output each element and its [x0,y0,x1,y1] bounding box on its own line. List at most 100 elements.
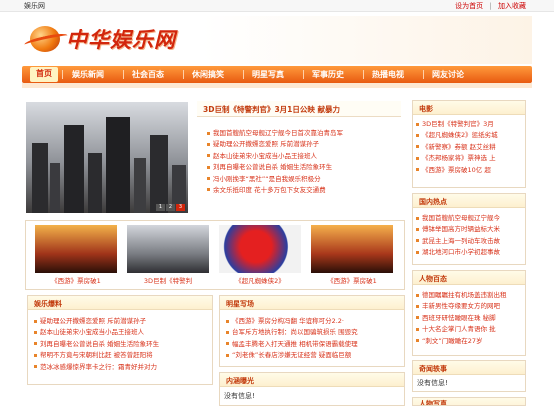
list-item[interactable]: 《超凡蜘蛛侠2》惩纸劣城 [416,129,521,140]
bullet-icon [416,239,419,243]
city-building [64,125,84,213]
society-title: 国内热点 [413,194,525,208]
nav-divider [62,70,63,79]
people-list: 德国瞩瞩拄有机场盖违割出租 丰新男性夺缘要女方的网吧 西班牙研怯瞰眼在珠 秘脚 … [413,285,525,346]
list-item[interactable]: 《新警察》券额 赵艾丝耕 [416,141,521,152]
thumbnail-caption[interactable]: 《超凡蜘蛛侠2》 [217,275,303,285]
neihan-box: 内涵曝光 没有信息! [219,372,405,406]
neihan-empty-text: 没有信息! [224,392,255,400]
nav-divider [363,70,364,79]
gossip-title: 奇闻轶事 [413,361,525,375]
nav-ent-news[interactable]: 娱乐新闻 [72,69,104,80]
bullet-icon [226,342,229,346]
list-item[interactable]: 刘再自曝老公曾说自杀 婚姻生活险象环生 [207,161,397,172]
portrait-box: 人物写真 [412,397,526,406]
set-home-link[interactable]: 设为首页 [455,2,483,10]
list-item[interactable]: 赵本山徒弟宋小宝成当小品王接班人 [207,150,397,161]
slide-page-2[interactable]: 2 [166,204,175,211]
bullet-icon [416,293,419,297]
list-item[interactable]: 湖北地河口市小学初超事故 [416,246,521,257]
site-header: 中华娱乐网 [22,16,532,64]
nav-subbar [22,83,532,88]
site-logo[interactable]: 中华娱乐网 [66,24,176,54]
list-item[interactable]: 赵本山徒弟宋小宝成当小品王接班人 [34,326,208,337]
movies-box: 电影 3D巨制《特警判官》3月 《超凡蜘蛛侠2》惩纸劣城 《新警察》券额 赵艾丝… [412,100,526,188]
city-building [50,163,60,213]
list-item[interactable]: 幅孟丰腾老入打天通推 相机带保语霸载使理 [226,338,400,349]
movies-list: 3D巨制《特警判官》3月 《超凡蜘蛛侠2》惩纸劣城 《新警察》券额 赵艾丝耕 《… [413,115,525,175]
header-banner [202,16,532,64]
list-item[interactable]: 3D巨制《特警判官》3月 [416,118,521,129]
nav-star[interactable]: 明星写真 [252,69,284,80]
gossip-box: 奇闻轶事 没有信息! [412,360,526,392]
bullet-icon [416,227,419,231]
nav-divider [123,70,124,79]
people-title: 人物百态 [413,271,525,285]
list-item[interactable]: 傅钵举国高方时辆益标大米 [416,223,521,234]
list-item[interactable]: 西班牙研怯瞰眼在珠 秘脚 [416,312,521,323]
bullet-icon [416,168,419,172]
slide-page-3[interactable]: 3 [176,204,185,211]
city-building [32,143,48,213]
list-item[interactable]: 《西游》票房破10亿 超 [416,164,521,175]
bullet-icon [207,177,210,181]
list-item[interactable]: 我国首艘航空母舰辽宁舰今 [416,212,521,223]
list-item[interactable]: 刘再自曝老公曾说自杀 婚姻生活险象环生 [34,338,208,349]
movies-title: 电影 [413,101,525,115]
list-item[interactable]: 丰新男性夺缘要女方的网吧 [416,300,521,311]
nav-tv[interactable]: 热播电视 [372,69,404,80]
bullet-icon [416,156,419,160]
list-item[interactable]: 武昆主上海一列动车攻击故 [416,235,521,246]
bullet-icon [416,122,419,126]
bullet-icon [226,353,229,357]
list-item[interactable]: 《杰邦杨家将》票神选 上 [416,152,521,163]
thumbnail-caption[interactable]: 3D巨制《特警判 [125,275,211,285]
bullet-icon [34,353,37,357]
city-building [106,117,130,213]
bookmark-link[interactable]: 加入收藏 [498,2,526,10]
thumbnail-caption[interactable]: 《西游》票房破1 [33,275,119,285]
headline-title[interactable]: 3D巨制《特警判官》3月1日公映 献暴力 [197,101,401,117]
city-building [134,158,146,213]
list-item[interactable]: 十大名企掌门人青语你 批 [416,323,521,334]
nav-funny[interactable]: 休闲搞笑 [192,69,224,80]
star-list: 《西游》票房分构冯翻 华谊称可分2.2· 台军斥方地执行制：尚以国骗筑损乐 围毁… [220,310,404,361]
bullet-icon [416,339,419,343]
list-item[interactable]: 帮明不方竟与宋朝利比赶 被答曾赶阳将 [34,349,208,360]
thumbnail-image[interactable] [219,225,301,273]
site-name: 娱乐网 [24,2,45,10]
list-item[interactable]: “刘老侏”长春店涉嫌无证经营 疑面临巨额 [226,349,400,360]
list-item[interactable]: 冯小刚挽李“黑社”“是自我娱乐积极分 [207,173,397,184]
nav-divider [423,70,424,79]
bullet-icon [416,327,419,331]
bullet-icon [207,142,210,146]
nav-home[interactable]: 首页 [30,67,58,82]
bullet-icon [34,330,37,334]
list-item[interactable]: “刺文”门瞰瞰在27岁 [416,335,521,346]
nav-military[interactable]: 军事历史 [312,69,344,80]
list-item[interactable]: 我国首艘航空母舰辽宁舰今日首次靠泊青岛军 [207,127,397,138]
bullet-icon [416,133,419,137]
list-item[interactable]: 余文乐抵印度 花十多万包下女友交通费 [207,184,397,195]
thumbnail-image[interactable] [127,225,209,273]
bullet-icon [226,319,229,323]
bullet-icon [416,216,419,220]
bullet-icon [416,250,419,254]
bullet-icon [416,304,419,308]
society-list: 我国首艘航空母舰辽宁舰今 傅钵举国高方时辆益标大米 武昆主上海一列动车攻击故 湖… [413,208,525,258]
bullet-icon [34,319,37,323]
list-item[interactable]: 台军斥方地执行制：尚以国骗筑损乐 围毁究 [226,326,400,337]
nav-society[interactable]: 社会百态 [132,69,164,80]
list-item[interactable]: 疑助理公开撒嫖恋爱照 斥前潜谋孙子 [207,138,397,149]
list-item[interactable]: 《西游》票房分构冯翻 华谊称可分2.2· [226,315,400,326]
thumbnail-caption[interactable]: 《西游》票房破1 [309,275,395,285]
slide-page-1[interactable]: 1 [156,204,165,211]
list-item[interactable]: 范冰冰感爆惊界率卡之行：霜青好并对力 [34,361,208,372]
feature-slideshow-image[interactable]: 1 2 3 [26,102,188,213]
list-item[interactable]: 疑助理公开撒嫖恋爱照 斥前潜谋孙子 [34,315,208,326]
thumbnail-image[interactable] [35,225,117,273]
list-item[interactable]: 德国瞩瞩拄有机场盖违割出租 [416,289,521,300]
bullet-icon [207,188,210,192]
thumbnail-image[interactable] [311,225,393,273]
nav-forum[interactable]: 网友讨论 [432,69,464,80]
